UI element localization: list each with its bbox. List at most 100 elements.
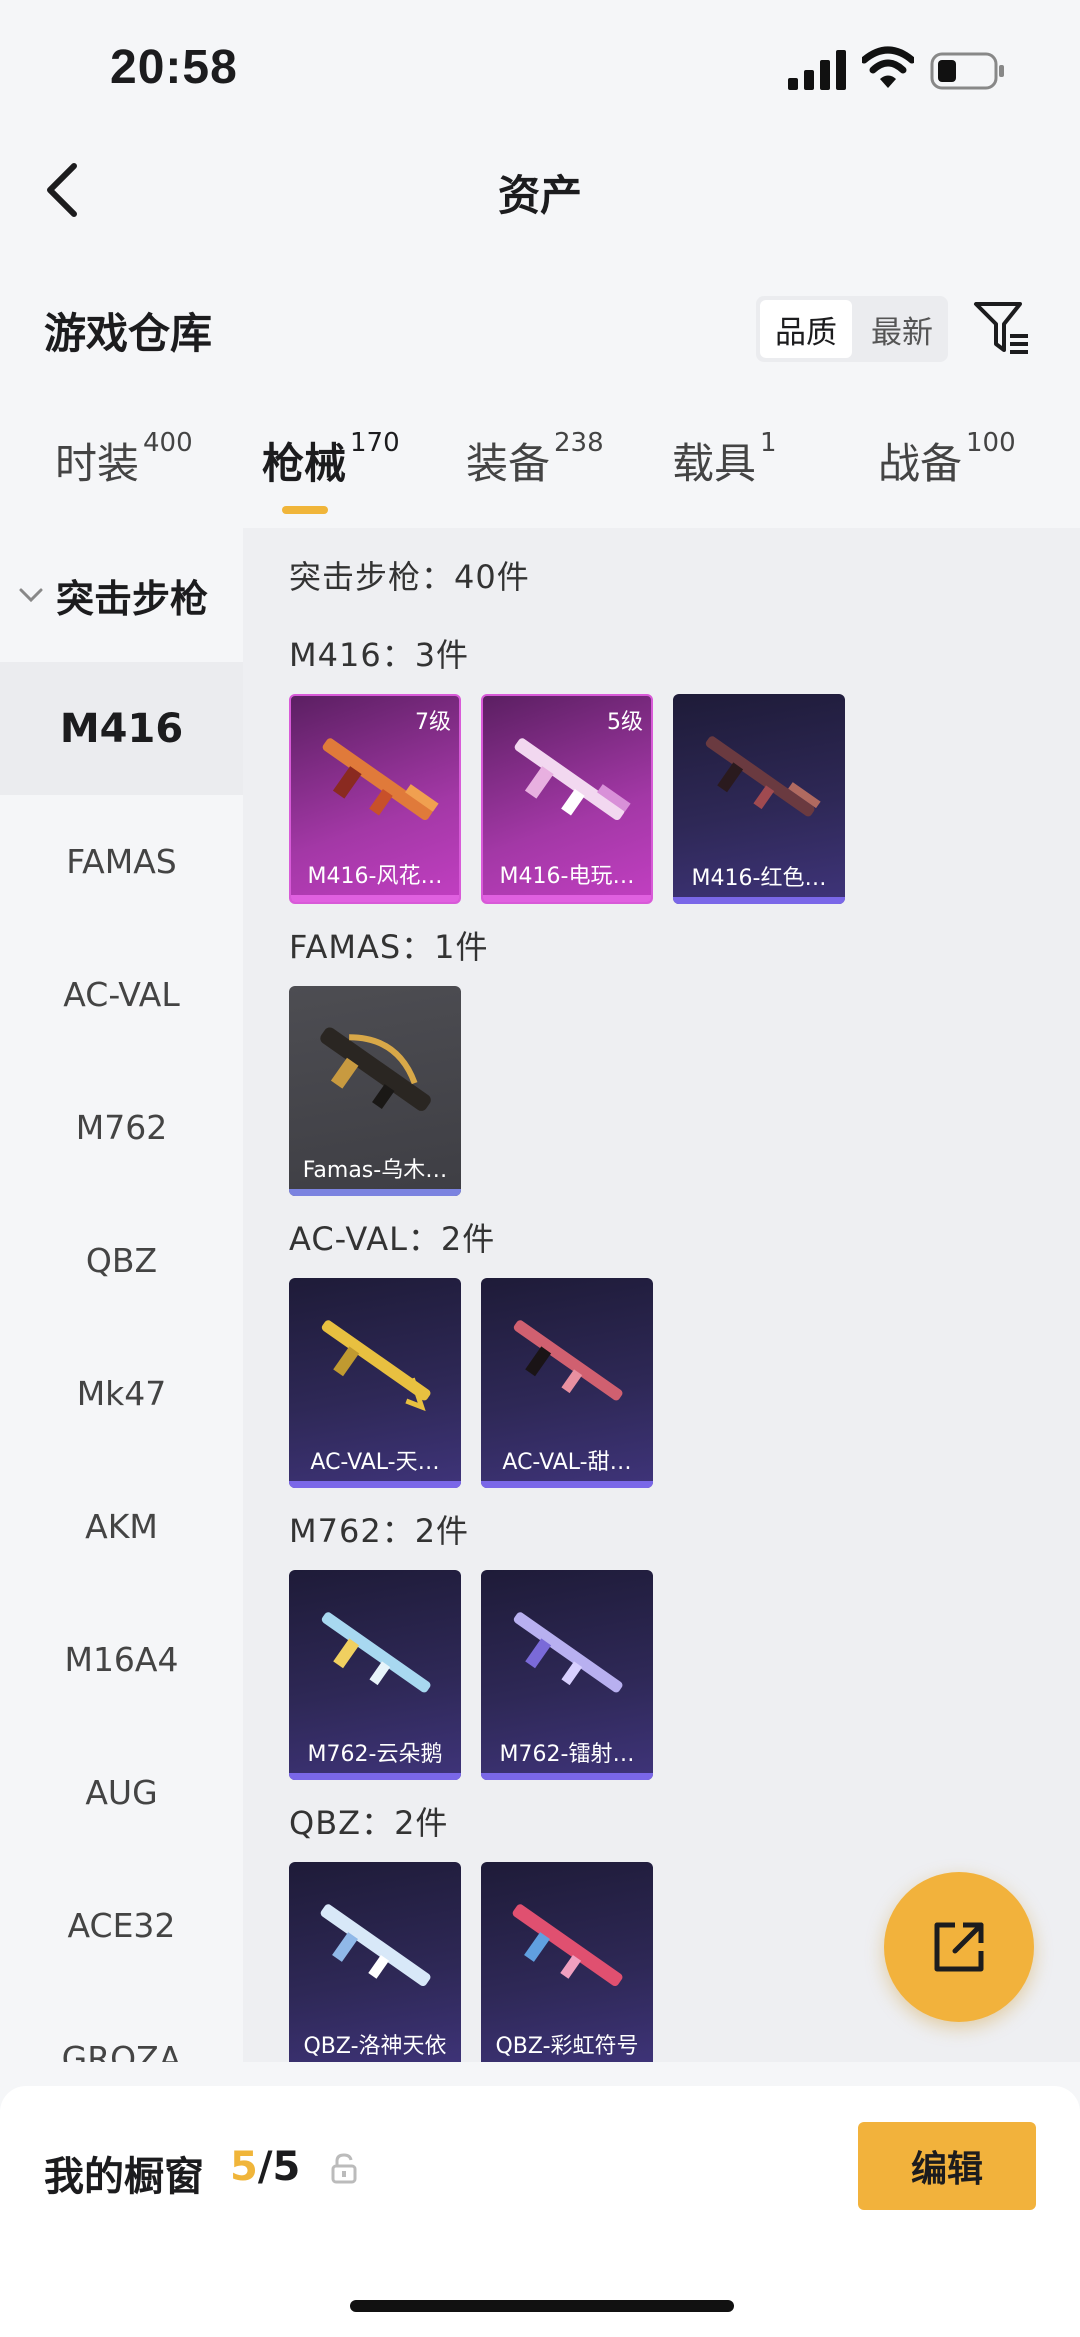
section-title-m416: M416：3件: [289, 636, 470, 674]
rarity-bar: [289, 1481, 461, 1488]
tab-count: 1: [760, 428, 777, 458]
rarity-bar: [481, 1773, 653, 1780]
sort-option-quality[interactable]: 品质: [760, 300, 852, 358]
weapon-card[interactable]: QBZ-洛神天依: [289, 1862, 461, 2062]
summary-count: 突击步枪：40件: [289, 558, 530, 596]
nav-bar: 资产: [0, 140, 1080, 240]
tab-supplies[interactable]: 战备 100: [878, 428, 1016, 491]
edit-button[interactable]: 编辑: [858, 2122, 1036, 2210]
rifle-skin-icon: [512, 1904, 623, 1987]
rifle-skin-icon: [514, 738, 631, 821]
sidebar-item-groza[interactable]: GROZA: [0, 1992, 243, 2062]
tab-vehicles[interactable]: 载具 1: [672, 428, 777, 491]
rarity-bar: [289, 1773, 461, 1780]
rifle-skin-icon: [321, 1612, 431, 1693]
weapon-card[interactable]: AC-VAL-天…: [289, 1278, 461, 1488]
sidebar-item-m762[interactable]: M762: [0, 1061, 243, 1194]
showcase-current: 5: [230, 2144, 258, 2190]
rarity-bar: [481, 1481, 653, 1488]
skin-name: M762-云朵鹅: [307, 1742, 443, 1767]
tab-label: 战备: [878, 439, 963, 488]
tab-label: 装备: [466, 439, 551, 488]
sidebar-item-qbz[interactable]: QBZ: [0, 1194, 243, 1327]
skin-name: AC-VAL-甜…: [502, 1450, 632, 1475]
sidebar-item-m16a4[interactable]: M16A4: [0, 1593, 243, 1726]
tab-outfits[interactable]: 时装 400: [55, 428, 193, 491]
tab-label: 载具: [672, 439, 757, 488]
weapon-card[interactable]: 5级 M416-电玩…: [481, 694, 653, 904]
section-title-ac-val: AC-VAL：2件: [289, 1220, 496, 1258]
lock-icon: [331, 2153, 357, 2184]
warehouse-title: 游戏仓库: [44, 309, 213, 358]
skin-name: QBZ-彩虹符号: [495, 2034, 639, 2059]
rifle-skin-icon: [320, 1027, 431, 1111]
rarity-bar: [483, 895, 651, 902]
sidebar-item-aug[interactable]: AUG: [0, 1726, 243, 1859]
tab-label: 枪械: [262, 439, 347, 488]
tab-count: 100: [966, 428, 1016, 458]
rarity-bar: [673, 897, 845, 904]
weapon-card[interactable]: 7级 M416-风花…: [289, 694, 461, 904]
share-button[interactable]: [884, 1872, 1034, 2022]
tab-count: 238: [554, 428, 604, 458]
page-title: 资产: [497, 171, 582, 220]
skin-name: M416-电玩…: [499, 864, 635, 889]
active-tab-indicator: [282, 506, 328, 514]
showcase-count: 5/5: [230, 2144, 300, 2190]
category-tabs: 时装 400 枪械 170 装备 238 载具 1 战备 100: [0, 428, 1080, 520]
sort-toggle: 品质 最新: [756, 296, 948, 362]
sidebar-item-famas[interactable]: FAMAS: [0, 795, 243, 928]
section-title-qbz: QBZ：2件: [289, 1804, 449, 1842]
sidebar-item-ace32[interactable]: ACE32: [0, 1859, 243, 1992]
skin-name: Famas-乌木…: [302, 1158, 448, 1183]
wifi-icon: [862, 46, 914, 88]
sidebar-item-ac-val[interactable]: AC-VAL: [0, 928, 243, 1061]
battery-icon: [930, 52, 1004, 90]
share-external-icon: [934, 1922, 984, 1972]
weapon-card[interactable]: Famas-乌木…: [289, 986, 461, 1196]
weapon-card[interactable]: M762-云朵鹅: [289, 1570, 461, 1780]
sidebar-group-label: 突击步枪: [56, 576, 209, 621]
weapon-grid: 突击步枪：40件 M416：3件 7级 M416-风花… 5级 M416-电玩……: [243, 528, 1080, 2062]
rifle-skin-icon: [320, 1904, 431, 1987]
weapon-card[interactable]: QBZ-彩虹符号: [481, 1862, 653, 2062]
rarity-bar: [289, 1189, 461, 1196]
sort-option-latest[interactable]: 最新: [856, 296, 948, 362]
showcase-total: /5: [257, 2144, 301, 2190]
tab-gear[interactable]: 装备 238: [466, 428, 604, 491]
skin-name: M416-红色…: [691, 866, 827, 891]
skin-name: AC-VAL-天…: [310, 1450, 440, 1475]
rifle-skin-icon: [321, 1320, 431, 1412]
section-title-m762: M762：2件: [289, 1512, 470, 1550]
sidebar-item-akm[interactable]: AKM: [0, 1460, 243, 1593]
rifle-skin-icon: [513, 1612, 623, 1693]
rarity-bar: [291, 895, 459, 902]
chevron-down-icon: [19, 588, 43, 603]
tab-count: 400: [143, 428, 193, 458]
rifle-skin-icon: [513, 1320, 623, 1401]
filter-icon[interactable]: [972, 298, 1032, 358]
skin-name: QBZ-洛神天依: [303, 2034, 447, 2059]
skin-level: 5级: [607, 710, 643, 735]
weapon-sidebar: 突击步枪 M416 FAMAS AC-VAL M762 QBZ Mk47 AKM…: [0, 528, 243, 2062]
status-time: 20:58: [110, 41, 238, 94]
sidebar-item-m416[interactable]: M416: [0, 662, 243, 795]
skin-name: M416-风花…: [307, 864, 443, 889]
tab-label: 时装: [55, 439, 140, 488]
home-indicator: [350, 2300, 734, 2312]
weapon-card[interactable]: AC-VAL-甜…: [481, 1278, 653, 1488]
sidebar-item-mk47[interactable]: Mk47: [0, 1327, 243, 1460]
section-title-famas: FAMAS：1件: [289, 928, 489, 966]
skin-level: 7级: [415, 710, 451, 735]
weapon-card[interactable]: M416-红色…: [673, 694, 845, 904]
tab-guns[interactable]: 枪械 170: [262, 428, 400, 491]
sidebar-group-assault-rifles[interactable]: 突击步枪: [0, 528, 243, 662]
tab-count: 170: [350, 428, 400, 458]
weapon-card[interactable]: M762-镭射…: [481, 1570, 653, 1780]
showcase-label: 我的橱窗: [44, 2154, 204, 2200]
skin-name: M762-镭射…: [499, 1742, 635, 1767]
cellular-signal-icon: [788, 50, 846, 90]
status-bar: 20:58: [0, 0, 1080, 130]
rifle-skin-icon: [322, 738, 439, 821]
rifle-skin-icon: [705, 736, 821, 817]
